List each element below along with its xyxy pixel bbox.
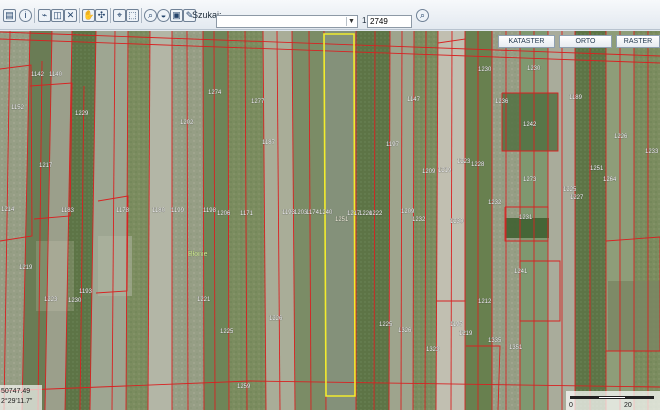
parcel-label: 1230: [527, 66, 541, 72]
parcel-label: 1142: [31, 72, 45, 78]
measure-length-icon[interactable]: ⌁: [38, 9, 51, 22]
zoom-icon[interactable]: ⌕: [144, 9, 157, 22]
parcel-label: 1228: [471, 162, 485, 168]
parcel-label: 1209: [422, 169, 436, 175]
parcel-label: 1326: [398, 328, 412, 334]
parcel-label: 1233: [645, 149, 659, 155]
layer-button-kataster[interactable]: KATASTER: [498, 35, 555, 48]
parcel-label: 1222: [369, 211, 383, 217]
parcel-label: 1214: [1, 207, 15, 213]
parcel-label: 1230: [478, 67, 492, 73]
scale-end: 20: [624, 402, 632, 409]
parcel-label: 1264: [603, 177, 617, 183]
info-icon[interactable]: i: [19, 9, 32, 22]
scale-value: 2749: [370, 17, 388, 26]
chevron-down-icon[interactable]: ▼: [346, 17, 356, 26]
hand-icon[interactable]: ✋: [82, 9, 95, 22]
parcel-label: 1193: [79, 289, 93, 295]
parcel-label: 1225: [563, 187, 577, 193]
scale-start: 0: [569, 402, 573, 409]
pan-icon[interactable]: ✣: [95, 9, 108, 22]
parcel-label: 1219: [19, 265, 33, 271]
parcel-label: 1206: [217, 211, 231, 217]
parcel-label: 1229: [75, 111, 89, 117]
parcel-label: 1171: [240, 211, 254, 217]
parcel-label: 1202: [180, 120, 194, 126]
orthophoto-map[interactable]: 1142 1140 1152 1229 1217 1214 1183 1219 …: [0, 31, 660, 410]
parcel-label: 1140: [49, 72, 63, 78]
coordinates-readout: 50747.49 2°29'11.7": [0, 385, 42, 410]
coordinates-icon[interactable]: ⌖: [113, 9, 126, 22]
parcel-label: 1197: [386, 142, 400, 148]
select-icon[interactable]: ⬚: [126, 9, 139, 22]
parcel-label: 1225: [220, 329, 234, 335]
parcel-label: 1232: [488, 200, 502, 206]
parcel-label: 1221: [197, 297, 211, 303]
parcel-label: 1223: [44, 297, 58, 303]
water-icon[interactable]: ◒: [157, 9, 170, 22]
measure-area-icon[interactable]: ◫: [51, 9, 64, 22]
parcel-label: 1197: [450, 322, 464, 328]
parcel-label: 1199: [171, 208, 185, 214]
parcel-label: 1212: [478, 299, 492, 305]
parcel-label: 1178: [116, 208, 130, 214]
map-toolbar: ▤ i ⌁ ◫ ✕ ✋ ✣ ⌖ ⬚ ⌕ ◒ ▣ ✎ Szukaj: ▼ 1: 2…: [0, 0, 660, 30]
parcel-label: 1323: [426, 347, 440, 353]
parcel-label: 1187: [262, 140, 276, 146]
parcel-label: 1277: [251, 99, 265, 105]
toolbar-separator: [110, 8, 111, 23]
parcel-label: 1209: [401, 209, 415, 215]
map-view[interactable]: 1142 1140 1152 1229 1217 1214 1183 1219 …: [0, 31, 660, 410]
scale-bar-segment: [626, 396, 654, 399]
parcel-label: 1227: [570, 195, 584, 201]
parcel-label: 1226: [614, 134, 628, 140]
parcel-label: 1241: [514, 269, 528, 275]
parcel-label: 1219: [459, 331, 473, 337]
save-icon[interactable]: ▣: [170, 9, 183, 22]
parcel-label: 1251: [590, 166, 604, 172]
print-icon[interactable]: ▤: [3, 9, 16, 22]
parcel-label: 1219: [438, 168, 452, 174]
clear-icon[interactable]: ✕: [64, 9, 77, 22]
parcel-label: 1217: [39, 163, 53, 169]
parcel-label: 1183: [61, 208, 75, 214]
toolbar-separator: [34, 8, 35, 23]
parcel-label: 1180: [152, 208, 166, 214]
coordinate-x: 50747.49: [1, 388, 31, 395]
parcel-label: 1273: [523, 177, 537, 183]
selected-parcel-label[interactable]: 1251: [335, 217, 349, 223]
magnifier-icon[interactable]: ⌕: [416, 9, 429, 22]
parcel-label: 1174: [306, 210, 320, 216]
parcel-label: 1231: [519, 215, 533, 221]
parcel-label: 1230: [450, 219, 464, 225]
coordinate-y: 2°29'11.7": [1, 398, 33, 405]
field-strips: [0, 31, 660, 410]
parcel-label: 1225: [379, 322, 393, 328]
parcel-label: 1152: [11, 105, 25, 111]
parcel-label: 1259: [237, 384, 251, 390]
scale-input[interactable]: 2749: [367, 15, 412, 28]
toolbar-separator: [79, 8, 80, 23]
parcel-label: 1274: [208, 90, 222, 96]
parcel-label: 1351: [509, 345, 523, 351]
place-label: Błonie: [188, 251, 208, 258]
parcel-label: 1236: [495, 99, 509, 105]
toolbar-separator: [141, 8, 142, 23]
parcel-label: 1226: [269, 316, 283, 322]
parcel-label: 1198: [203, 208, 217, 214]
layer-button-raster[interactable]: RASTER: [616, 35, 660, 48]
parcel-label: 1232: [412, 217, 426, 223]
parcel-label: 1230: [68, 298, 82, 304]
scale-bar: 0 20: [566, 391, 660, 410]
parcel-label: 1223: [457, 159, 471, 165]
search-input[interactable]: ▼: [216, 15, 358, 28]
parcel-label: 1335: [488, 338, 502, 344]
parcel-label: 1242: [523, 122, 537, 128]
parcel-label: 1189: [569, 95, 583, 101]
parcel-label: 1147: [407, 97, 421, 103]
parcel-label: 1240: [319, 210, 333, 216]
layer-button-orto[interactable]: ORTO: [559, 35, 612, 48]
scale-bar-segment: [598, 396, 626, 399]
scale-bar-segment: [570, 396, 598, 399]
